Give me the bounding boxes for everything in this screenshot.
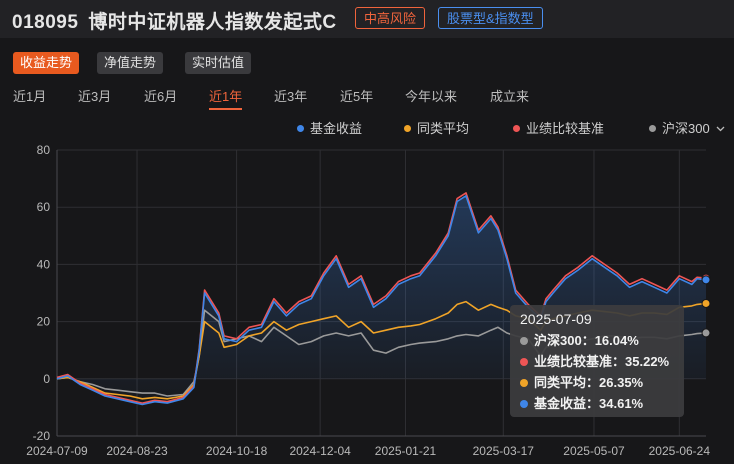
tooltip-value: 34.61% <box>599 396 644 411</box>
tooltip-label: 同类平均： <box>534 375 600 390</box>
y-tick-label: 20 <box>37 315 51 329</box>
tooltip-value: 35.22% <box>625 354 670 369</box>
tooltip-dot <box>520 337 528 345</box>
x-tick-label: 2025-06-24 <box>649 444 711 458</box>
x-tick-label: 2025-05-07 <box>563 444 625 458</box>
tooltip-value: 26.35% <box>599 375 644 390</box>
tooltip-dot <box>520 400 528 408</box>
x-tick-label: 2025-01-21 <box>375 444 437 458</box>
tooltip-date: 2025-07-09 <box>520 311 592 327</box>
tooltip-label: 沪深300： <box>534 333 595 348</box>
y-tick-label: 40 <box>37 257 51 271</box>
x-tick-label: 2025-03-17 <box>473 444 535 458</box>
tooltip-label: 基金收益： <box>534 396 600 411</box>
y-tick-label: 0 <box>43 372 50 386</box>
tooltip-row-csi300: 沪深300：16.04% <box>520 330 674 351</box>
tooltip-row-benchmark: 业绩比较基准：35.22% <box>520 351 674 372</box>
x-tick-label: 2024-08-23 <box>106 444 168 458</box>
x-tick-label: 2024-07-09 <box>26 444 88 458</box>
tooltip-dot <box>520 358 528 366</box>
point-marker-csi300 <box>701 328 711 338</box>
tooltip-value: 16.04% <box>594 333 639 348</box>
y-tick-label: 60 <box>37 200 51 214</box>
x-tick-label: 2024-12-04 <box>289 444 351 458</box>
y-tick-label: 80 <box>37 143 51 157</box>
tooltip-row-fund: 基金收益：34.61% <box>520 393 674 414</box>
point-marker-fund <box>701 275 711 285</box>
point-marker-peer <box>701 298 711 308</box>
x-tick-label: 2024-10-18 <box>206 444 268 458</box>
tooltip-dot <box>520 379 528 387</box>
chart-tooltip: 2025-07-09 沪深300：16.04% 业绩比较基准：35.22% 同类… <box>510 305 684 417</box>
tooltip-row-peer: 同类平均：26.35% <box>520 372 674 393</box>
y-tick-label: -20 <box>33 429 51 443</box>
tooltip-label: 业绩比较基准： <box>534 354 626 369</box>
